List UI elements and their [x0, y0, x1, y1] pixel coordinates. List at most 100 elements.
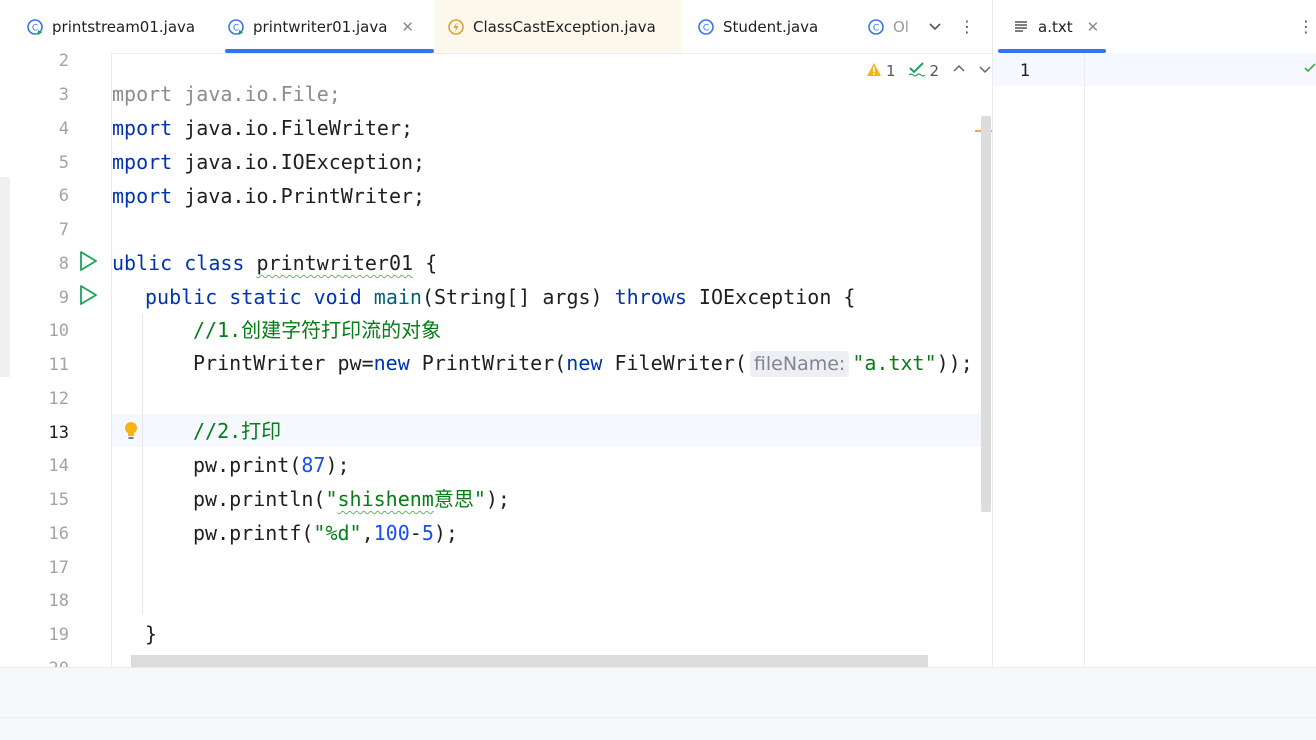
svg-text:C: C	[32, 23, 38, 33]
svg-text:C: C	[233, 23, 239, 33]
code-editor[interactable]: mport java.io.File; mport java.io.FileWr…	[112, 53, 980, 667]
tab-label: ClassCastException.java	[473, 17, 656, 36]
tab-a-txt[interactable]: a.txt ✕	[998, 0, 1106, 53]
status-bar	[0, 717, 1316, 740]
editor-tab-bar: C printstream01.java C printwriter01.jav…	[11, 0, 992, 54]
parameter-hint: fileName:	[749, 351, 850, 377]
line-number-current: 13	[48, 423, 69, 443]
code-line-9: public static void main(String[] args) t…	[145, 285, 855, 309]
keyword: ublic class	[112, 251, 245, 275]
check-icon	[1304, 62, 1316, 78]
close-icon[interactable]: ✕	[401, 18, 414, 36]
tab-ol[interactable]: C Ol	[867, 0, 919, 53]
indent-guide	[142, 314, 143, 614]
code-text: ));	[936, 351, 973, 375]
code-text: pw.print(	[193, 453, 302, 477]
code-text: ,	[361, 521, 374, 545]
line-number: 18	[48, 591, 69, 611]
weak-warning-count: 2	[929, 62, 940, 80]
code-line-10-comment: //1.创建字符打印流的对象	[193, 318, 442, 342]
code-line-16: pw.printf("%d",100-5);	[193, 521, 458, 545]
vertical-scrollbar[interactable]	[981, 116, 991, 512]
inspection-widget[interactable]: 1 2	[866, 60, 991, 82]
line-number-gutter: 2 3 4 5 6 7 8 9 10 11 12 13 14 15 16 17 …	[11, 51, 112, 667]
java-class-icon: C	[697, 18, 715, 36]
left-tool-strip	[0, 177, 10, 377]
code-text: FileWriter(	[602, 351, 747, 375]
code-text: IOException {	[686, 285, 856, 309]
string-literal: "a.txt"	[852, 351, 937, 375]
line-number: 19	[48, 625, 69, 645]
tab-student[interactable]: C Student.java	[697, 0, 818, 53]
code-line-5: mport java.io.IOException;	[112, 150, 425, 174]
line-number: 8	[58, 254, 69, 274]
tab-label: printstream01.java	[52, 17, 196, 36]
line-number: 14	[48, 456, 69, 476]
code-line-14: pw.print(87);	[193, 453, 350, 477]
tab-label: Ol	[893, 17, 909, 36]
horizontal-scrollbar[interactable]	[131, 655, 928, 667]
close-icon[interactable]: ✕	[1087, 18, 1100, 36]
code-line-4: mport java.io.FileWriter;	[112, 116, 413, 140]
code-text: -	[409, 521, 422, 545]
exception-class-icon	[447, 18, 465, 36]
line-number: 15	[48, 490, 69, 510]
tab-label: printwriter01.java	[253, 17, 388, 36]
code-text: );	[433, 521, 458, 545]
right-editor-tab-bar: a.txt ✕ ⋮	[993, 0, 1316, 54]
code-text: java.io.IOException;	[172, 150, 426, 174]
code-text: {	[413, 251, 438, 275]
tab-label: a.txt	[1038, 17, 1073, 36]
string-literal: "%d"	[313, 521, 362, 545]
string-quote: "	[325, 487, 338, 511]
code-text: pw.printf(	[193, 521, 314, 545]
chevron-down-icon[interactable]	[925, 15, 945, 37]
more-options-icon[interactable]: ⋮	[1296, 15, 1316, 37]
keyword: mport	[112, 116, 173, 140]
tab-label: Student.java	[723, 17, 819, 36]
more-options-icon[interactable]: ⋮	[957, 15, 977, 37]
keyword: new	[373, 351, 410, 375]
typo-check-icon	[908, 61, 926, 81]
warning-icon	[866, 62, 882, 81]
code-line-8: ublic class printwriter01 {	[112, 251, 437, 275]
keyword: mport	[112, 150, 173, 174]
tab-printstream01[interactable]: C printstream01.java	[26, 0, 195, 53]
keyword: new	[566, 351, 603, 375]
line-number: 9	[58, 288, 69, 308]
line-number-current: 1	[1019, 61, 1030, 81]
line-number: 16	[48, 524, 69, 544]
method-name: main	[361, 285, 422, 309]
line-number-gutter	[993, 53, 1085, 667]
tab-classcastexception[interactable]: ClassCastException.java	[435, 0, 681, 53]
line-number: 10	[48, 321, 69, 341]
chevron-down-icon[interactable]	[979, 63, 991, 79]
number-literal: 5	[421, 521, 434, 545]
line-number: 11	[48, 355, 69, 375]
java-class-run-icon: C	[26, 18, 44, 36]
string-literal: 意思"	[433, 487, 486, 511]
svg-text:C: C	[873, 23, 879, 33]
warning-count: 1	[886, 62, 896, 80]
code-line-6: mport java.io.PrintWriter;	[112, 184, 425, 208]
code-text: PrintWriter pw=	[193, 351, 374, 375]
keyword: throws	[614, 285, 687, 309]
keyword: public static void	[145, 285, 362, 309]
java-class-icon: C	[867, 18, 885, 36]
chevron-up-icon[interactable]	[953, 63, 965, 79]
run-main-icon[interactable]	[77, 284, 99, 306]
code-line-15: pw.println("shishenm意思");	[193, 487, 510, 511]
run-class-icon[interactable]	[77, 250, 99, 272]
string-typo: shishenm	[337, 487, 434, 511]
code-text: );	[485, 487, 510, 511]
code-text: java.io.PrintWriter;	[172, 184, 426, 208]
code-text: java.io.FileWriter;	[172, 116, 414, 140]
number-literal: 100	[373, 521, 410, 545]
line-number: 3	[58, 85, 69, 105]
tab-printwriter01[interactable]: C printwriter01.java ✕	[225, 0, 434, 53]
tool-window-area	[0, 667, 1316, 718]
code-text: (String[] args)	[421, 285, 615, 309]
number-literal: 87	[301, 453, 326, 477]
code-line-13-comment: //2.打印	[193, 419, 282, 443]
line-number: 4	[58, 119, 69, 139]
